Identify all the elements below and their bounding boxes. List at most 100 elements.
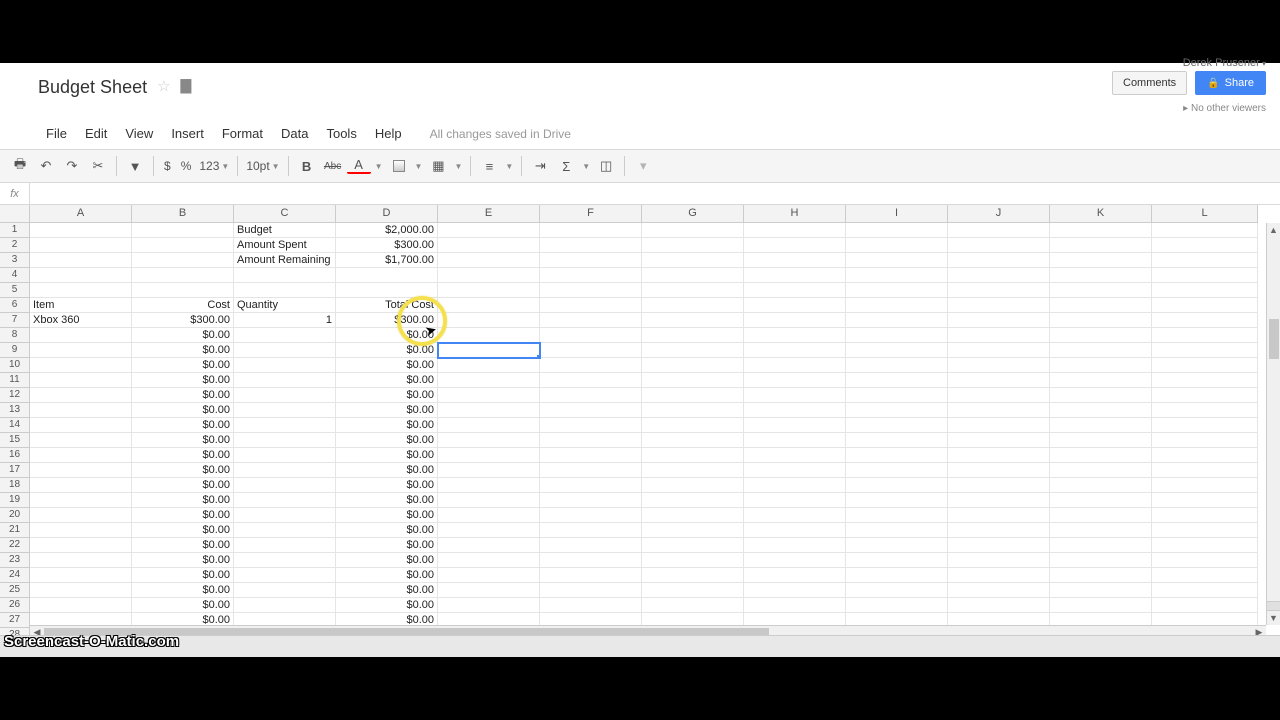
menu-insert[interactable]: Insert: [163, 123, 212, 144]
cell-G1[interactable]: [642, 223, 744, 238]
align-button[interactable]: ≡: [477, 154, 501, 178]
cell-C18[interactable]: [234, 478, 336, 493]
cell-L14[interactable]: [1152, 418, 1258, 433]
cell-H5[interactable]: [744, 283, 846, 298]
cell-J26[interactable]: [948, 598, 1050, 613]
cell-E1[interactable]: [438, 223, 540, 238]
cell-I13[interactable]: [846, 403, 948, 418]
cell-A9[interactable]: [30, 343, 132, 358]
cell-D19[interactable]: $0.00: [336, 493, 438, 508]
cell-F9[interactable]: [540, 343, 642, 358]
cell-I23[interactable]: [846, 553, 948, 568]
functions-dropdown[interactable]: ▼: [580, 162, 592, 171]
cell-C6[interactable]: Quantity: [234, 298, 336, 313]
cell-J6[interactable]: [948, 298, 1050, 313]
share-button[interactable]: 🔒 Share: [1195, 71, 1266, 95]
cell-H14[interactable]: [744, 418, 846, 433]
cell-F11[interactable]: [540, 373, 642, 388]
cell-G4[interactable]: [642, 268, 744, 283]
cell-C19[interactable]: [234, 493, 336, 508]
cell-F22[interactable]: [540, 538, 642, 553]
cell-E23[interactable]: [438, 553, 540, 568]
folder-icon[interactable]: ▇: [181, 77, 192, 94]
cell-B17[interactable]: $0.00: [132, 463, 234, 478]
cell-J16[interactable]: [948, 448, 1050, 463]
cell-A12[interactable]: [30, 388, 132, 403]
cell-I17[interactable]: [846, 463, 948, 478]
cell-H22[interactable]: [744, 538, 846, 553]
row-header-15[interactable]: 15: [0, 433, 30, 448]
cell-G9[interactable]: [642, 343, 744, 358]
cell-F20[interactable]: [540, 508, 642, 523]
cell-E21[interactable]: [438, 523, 540, 538]
cell-F10[interactable]: [540, 358, 642, 373]
cell-A8[interactable]: [30, 328, 132, 343]
vertical-scrollbar[interactable]: ▲ ▼: [1266, 223, 1280, 625]
cell-C11[interactable]: [234, 373, 336, 388]
align-dropdown[interactable]: ▼: [503, 162, 515, 171]
cell-F24[interactable]: [540, 568, 642, 583]
cell-E11[interactable]: [438, 373, 540, 388]
cell-A23[interactable]: [30, 553, 132, 568]
cell-G22[interactable]: [642, 538, 744, 553]
cell-J25[interactable]: [948, 583, 1050, 598]
cell-J9[interactable]: [948, 343, 1050, 358]
cell-B20[interactable]: $0.00: [132, 508, 234, 523]
cell-E5[interactable]: [438, 283, 540, 298]
cell-B10[interactable]: $0.00: [132, 358, 234, 373]
viewers-status[interactable]: No other viewers: [1183, 103, 1266, 114]
cell-G7[interactable]: [642, 313, 744, 328]
cell-L10[interactable]: [1152, 358, 1258, 373]
menu-file[interactable]: File: [38, 123, 75, 144]
cell-E15[interactable]: [438, 433, 540, 448]
menu-format[interactable]: Format: [214, 123, 271, 144]
cell-G6[interactable]: [642, 298, 744, 313]
cell-J24[interactable]: [948, 568, 1050, 583]
row-header-3[interactable]: 3: [0, 253, 30, 268]
cell-J20[interactable]: [948, 508, 1050, 523]
cell-B3[interactable]: [132, 253, 234, 268]
cell-F16[interactable]: [540, 448, 642, 463]
cell-F23[interactable]: [540, 553, 642, 568]
scroll-grip[interactable]: [1267, 601, 1280, 611]
cell-A14[interactable]: [30, 418, 132, 433]
cell-A11[interactable]: [30, 373, 132, 388]
cell-B16[interactable]: $0.00: [132, 448, 234, 463]
row-header-16[interactable]: 16: [0, 448, 30, 463]
cell-F14[interactable]: [540, 418, 642, 433]
cell-D26[interactable]: $0.00: [336, 598, 438, 613]
cell-I10[interactable]: [846, 358, 948, 373]
borders-button[interactable]: ▦: [426, 154, 450, 178]
row-header-11[interactable]: 11: [0, 373, 30, 388]
cell-L5[interactable]: [1152, 283, 1258, 298]
cell-L3[interactable]: [1152, 253, 1258, 268]
cell-C2[interactable]: Amount Spent: [234, 238, 336, 253]
cell-L13[interactable]: [1152, 403, 1258, 418]
cell-I3[interactable]: [846, 253, 948, 268]
cell-C1[interactable]: Budget: [234, 223, 336, 238]
cell-F13[interactable]: [540, 403, 642, 418]
cell-A26[interactable]: [30, 598, 132, 613]
cell-E25[interactable]: [438, 583, 540, 598]
cell-K3[interactable]: [1050, 253, 1152, 268]
menu-help[interactable]: Help: [367, 123, 410, 144]
cell-E12[interactable]: [438, 388, 540, 403]
menu-edit[interactable]: Edit: [77, 123, 115, 144]
row-header-25[interactable]: 25: [0, 583, 30, 598]
cell-G14[interactable]: [642, 418, 744, 433]
cell-J19[interactable]: [948, 493, 1050, 508]
spreadsheet-grid[interactable]: ABCDEFGHIJKL1Budget$2,000.002Amount Spen…: [0, 205, 1280, 639]
cell-F21[interactable]: [540, 523, 642, 538]
cell-H9[interactable]: [744, 343, 846, 358]
cell-C24[interactable]: [234, 568, 336, 583]
cell-A22[interactable]: [30, 538, 132, 553]
cell-L6[interactable]: [1152, 298, 1258, 313]
cell-F26[interactable]: [540, 598, 642, 613]
cell-E6[interactable]: [438, 298, 540, 313]
cell-D4[interactable]: [336, 268, 438, 283]
cell-E16[interactable]: [438, 448, 540, 463]
cell-D18[interactable]: $0.00: [336, 478, 438, 493]
cell-D25[interactable]: $0.00: [336, 583, 438, 598]
cell-L15[interactable]: [1152, 433, 1258, 448]
cell-J17[interactable]: [948, 463, 1050, 478]
